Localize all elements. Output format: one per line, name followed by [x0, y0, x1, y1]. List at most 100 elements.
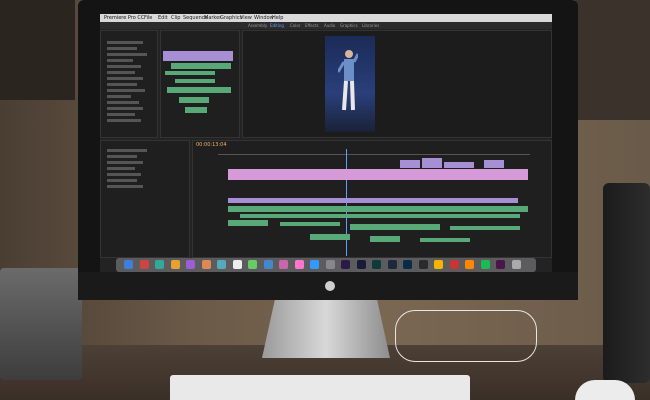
- monitor-screen: Premiere Pro CC File Edit Clip Sequence …: [100, 14, 552, 272]
- timeline-clip[interactable]: [420, 238, 470, 242]
- maps-icon[interactable]: [248, 260, 257, 269]
- timeline-clip[interactable]: [228, 198, 518, 203]
- list-item[interactable]: [107, 167, 135, 170]
- list-item[interactable]: [107, 71, 135, 74]
- timeline-clip[interactable]: [450, 226, 520, 230]
- list-item[interactable]: [107, 119, 141, 122]
- wall-frame-left: [0, 0, 75, 100]
- list-item[interactable]: [107, 95, 131, 98]
- workspace-effects[interactable]: Effects: [305, 22, 319, 29]
- apple-logo-icon: [325, 281, 335, 291]
- trash-icon[interactable]: [511, 260, 521, 269]
- slack-icon[interactable]: [496, 260, 505, 269]
- filezilla-icon[interactable]: [449, 260, 459, 269]
- timeline-clip[interactable]: [228, 220, 268, 226]
- itunes-icon[interactable]: [294, 260, 304, 269]
- source-clip: [179, 97, 209, 103]
- list-item[interactable]: [107, 161, 143, 164]
- list-item[interactable]: [107, 65, 141, 68]
- list-item[interactable]: [107, 185, 143, 188]
- finder-icon[interactable]: [124, 260, 133, 269]
- program-monitor-panel: [242, 30, 552, 138]
- notes-icon[interactable]: [217, 260, 226, 269]
- menu-graphics[interactable]: Graphics: [220, 14, 242, 22]
- workspace-audio[interactable]: Audio: [324, 22, 335, 29]
- timeline-clip[interactable]: [228, 206, 528, 212]
- source-clip: [185, 107, 207, 113]
- list-item[interactable]: [107, 47, 137, 50]
- timeline-clip[interactable]: [444, 162, 474, 168]
- workspace-editing[interactable]: Editing: [270, 22, 284, 29]
- list-item[interactable]: [107, 101, 139, 104]
- timeline-timecode: 00:00:13:04: [196, 142, 227, 148]
- calendar-icon[interactable]: [201, 260, 211, 269]
- computer-tower: [603, 183, 650, 383]
- source-clip: [163, 51, 233, 61]
- preferences-icon[interactable]: [325, 260, 335, 269]
- aftereffects-icon[interactable]: [356, 260, 366, 269]
- monitor-cable: [395, 310, 537, 362]
- workspace-color[interactable]: Color: [290, 22, 300, 29]
- timeline-clip[interactable]: [280, 222, 340, 226]
- source-clip: [175, 79, 215, 83]
- list-item[interactable]: [107, 155, 137, 158]
- chrome-icon[interactable]: [434, 260, 443, 269]
- list-item[interactable]: [107, 77, 143, 80]
- menu-window[interactable]: Window: [254, 14, 274, 22]
- timeline-clip[interactable]: [422, 158, 442, 168]
- list-item[interactable]: [107, 41, 143, 44]
- workspace-libraries[interactable]: Libraries: [362, 22, 379, 29]
- list-item[interactable]: [107, 173, 141, 176]
- safari-icon[interactable]: [155, 260, 164, 269]
- menu-bar: Premiere Pro CC File Edit Clip Sequence …: [100, 14, 552, 22]
- vlc-icon[interactable]: [465, 260, 474, 269]
- menu-help[interactable]: Help: [272, 14, 283, 22]
- menu-marker[interactable]: Marker: [204, 14, 221, 22]
- photoshop-icon[interactable]: [403, 260, 412, 269]
- timeline-clip[interactable]: [370, 236, 400, 242]
- workspace-assembly[interactable]: Assembly: [248, 22, 267, 29]
- timeline-clip[interactable]: [484, 160, 504, 168]
- list-item[interactable]: [107, 113, 135, 116]
- messages-icon[interactable]: [263, 260, 273, 269]
- timeline-clip[interactable]: [350, 224, 440, 230]
- menu-clip[interactable]: Clip: [171, 14, 180, 22]
- list-item[interactable]: [107, 107, 143, 110]
- lightroom-icon[interactable]: [387, 260, 397, 269]
- dancer-figure: [338, 50, 358, 111]
- mediaencoder-icon[interactable]: [418, 260, 428, 269]
- list-item[interactable]: [107, 179, 137, 182]
- menu-app-name[interactable]: Premiere Pro CC: [104, 14, 144, 22]
- list-item[interactable]: [107, 59, 133, 62]
- timeline-clip[interactable]: [310, 234, 350, 240]
- monitor-stand: [262, 300, 390, 358]
- menu-edit[interactable]: Edit: [158, 14, 168, 22]
- timeline-clip[interactable]: [400, 160, 420, 168]
- reminders-icon[interactable]: [232, 260, 242, 269]
- timeline-clip[interactable]: [228, 169, 528, 180]
- keyboard: [170, 375, 470, 400]
- source-clip: [167, 87, 231, 93]
- source-monitor-panel: [160, 30, 240, 138]
- list-item[interactable]: [107, 53, 147, 56]
- workspace-graphics[interactable]: Graphics: [340, 22, 358, 29]
- source-clip: [171, 63, 231, 69]
- printer: [0, 268, 82, 380]
- launchpad-icon[interactable]: [139, 260, 149, 269]
- list-item[interactable]: [107, 83, 137, 86]
- mail-icon[interactable]: [170, 260, 180, 269]
- audition-icon[interactable]: [372, 260, 381, 269]
- facetime-icon[interactable]: [279, 260, 288, 269]
- menu-view[interactable]: View: [240, 14, 252, 22]
- timeline-clip[interactable]: [240, 214, 520, 218]
- timeline-ruler[interactable]: [218, 154, 530, 155]
- spotify-icon[interactable]: [480, 260, 490, 269]
- list-item[interactable]: [107, 89, 145, 92]
- source-clip: [165, 71, 215, 75]
- list-item[interactable]: [107, 149, 147, 152]
- photos-icon[interactable]: [186, 260, 195, 269]
- menu-file[interactable]: File: [144, 14, 152, 22]
- appstore-icon[interactable]: [310, 260, 319, 269]
- premiere-icon[interactable]: [341, 260, 350, 269]
- wall-frame-right: [575, 0, 650, 120]
